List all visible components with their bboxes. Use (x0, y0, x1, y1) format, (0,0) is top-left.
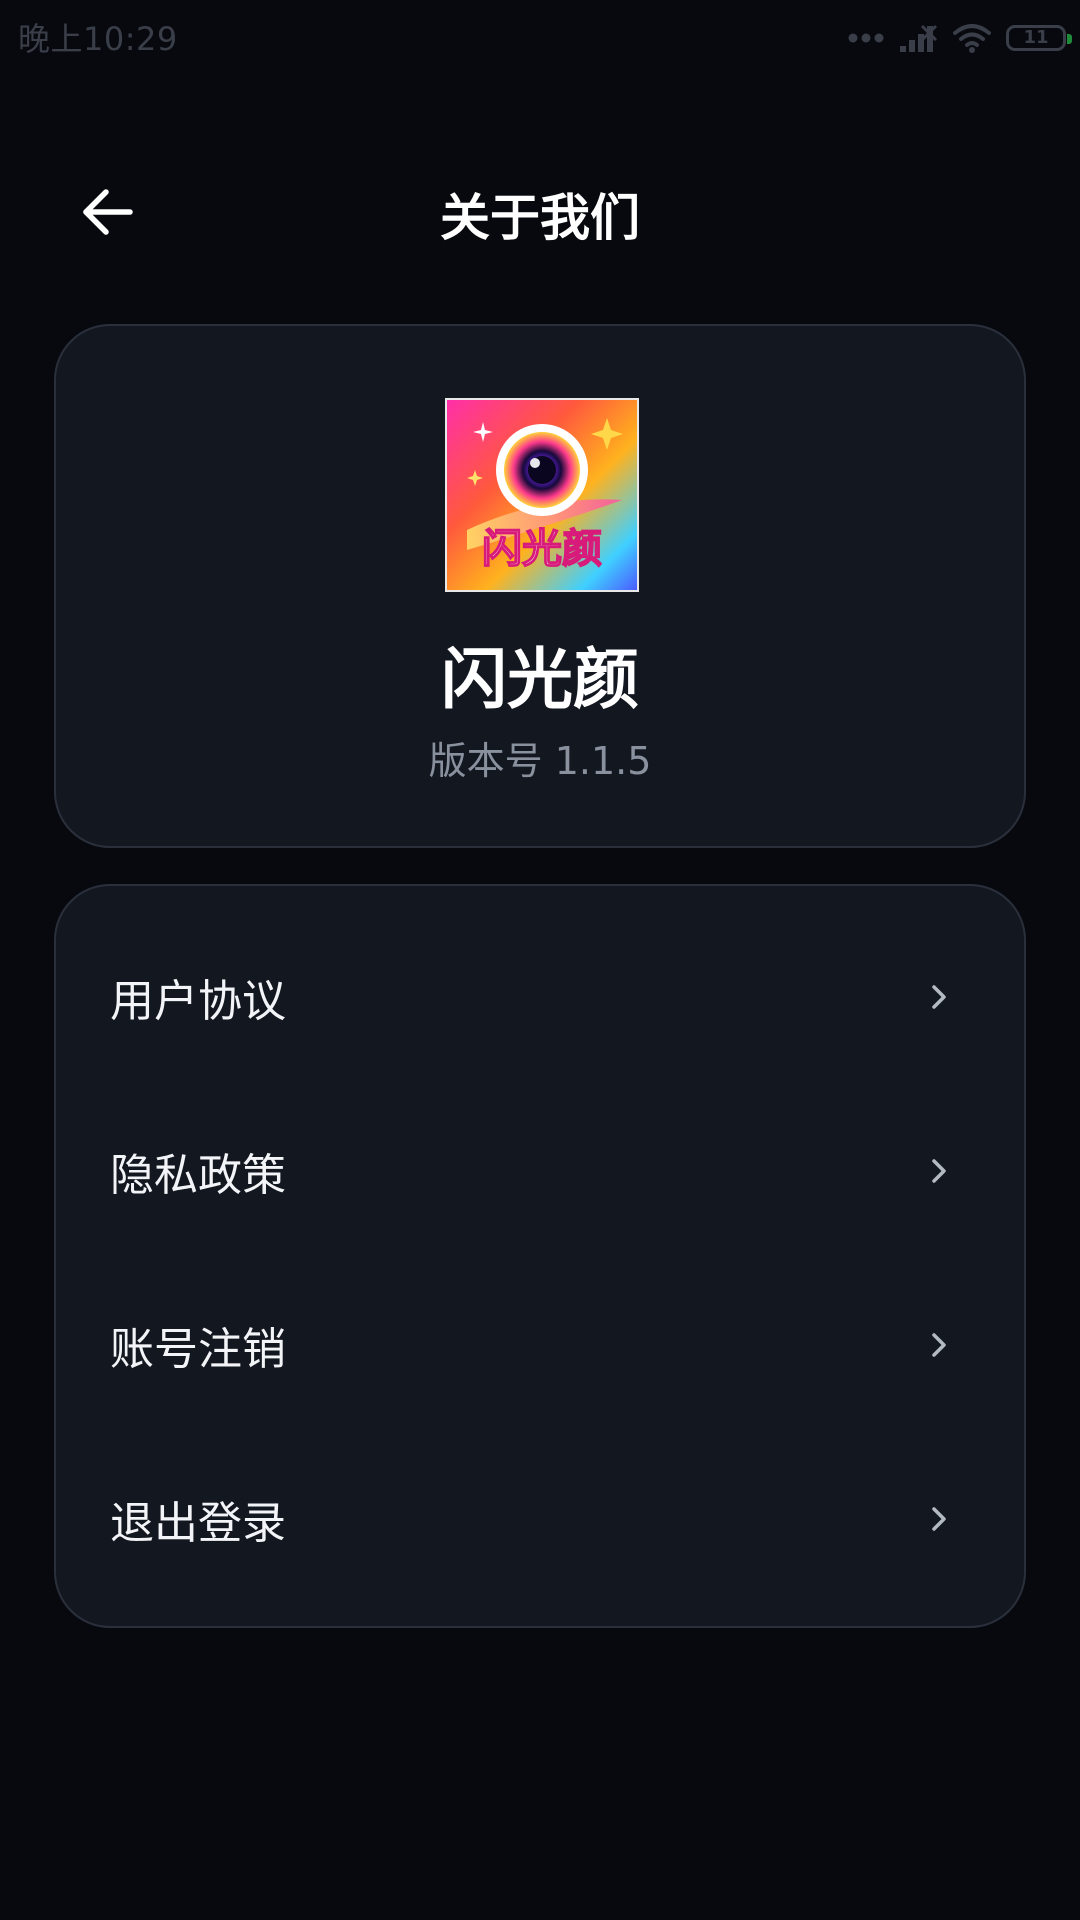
menu-card: 用户协议 隐私政策 账号注销 退出登录 (54, 884, 1026, 1628)
app-logo: 闪光颜 (445, 398, 639, 592)
menu-item-label: 隐私政策 (110, 1150, 286, 1201)
more-dots-icon (848, 33, 884, 43)
cellular-signal-icon (900, 24, 938, 52)
app-version: 版本号 1.1.5 (428, 739, 652, 783)
menu-item-label: 退出登录 (110, 1498, 286, 1549)
menu-item-delete-account[interactable]: 账号注销 (56, 1258, 1024, 1432)
app-logo-text: 闪光颜 (482, 526, 602, 572)
app-info-card: 闪光颜 闪光颜 版本号 1.1.5 (54, 324, 1026, 848)
status-icons: 11 (848, 18, 1072, 58)
chevron-right-icon (932, 1159, 946, 1183)
battery-tip (1067, 34, 1072, 44)
app-name: 闪光颜 (441, 641, 639, 718)
battery-icon: 11 (1006, 25, 1072, 51)
wifi-icon (953, 24, 991, 53)
battery-level: 11 (1023, 27, 1049, 48)
status-time: 晚上10:29 (18, 20, 178, 58)
menu-item-logout[interactable]: 退出登录 (56, 1432, 1024, 1606)
chevron-right-icon (932, 985, 946, 1009)
chevron-right-icon (932, 1507, 946, 1531)
status-bar: 晚上10:29 11 (0, 0, 1080, 75)
chevron-right-icon (932, 1333, 946, 1357)
header: 关于我们 (0, 160, 1080, 260)
menu-item-label: 账号注销 (110, 1324, 286, 1375)
page-title: 关于我们 (440, 189, 640, 247)
menu-item-privacy-policy[interactable]: 隐私政策 (56, 1084, 1024, 1258)
menu-item-user-agreement[interactable]: 用户协议 (56, 910, 1024, 1084)
menu-item-label: 用户协议 (110, 976, 286, 1027)
